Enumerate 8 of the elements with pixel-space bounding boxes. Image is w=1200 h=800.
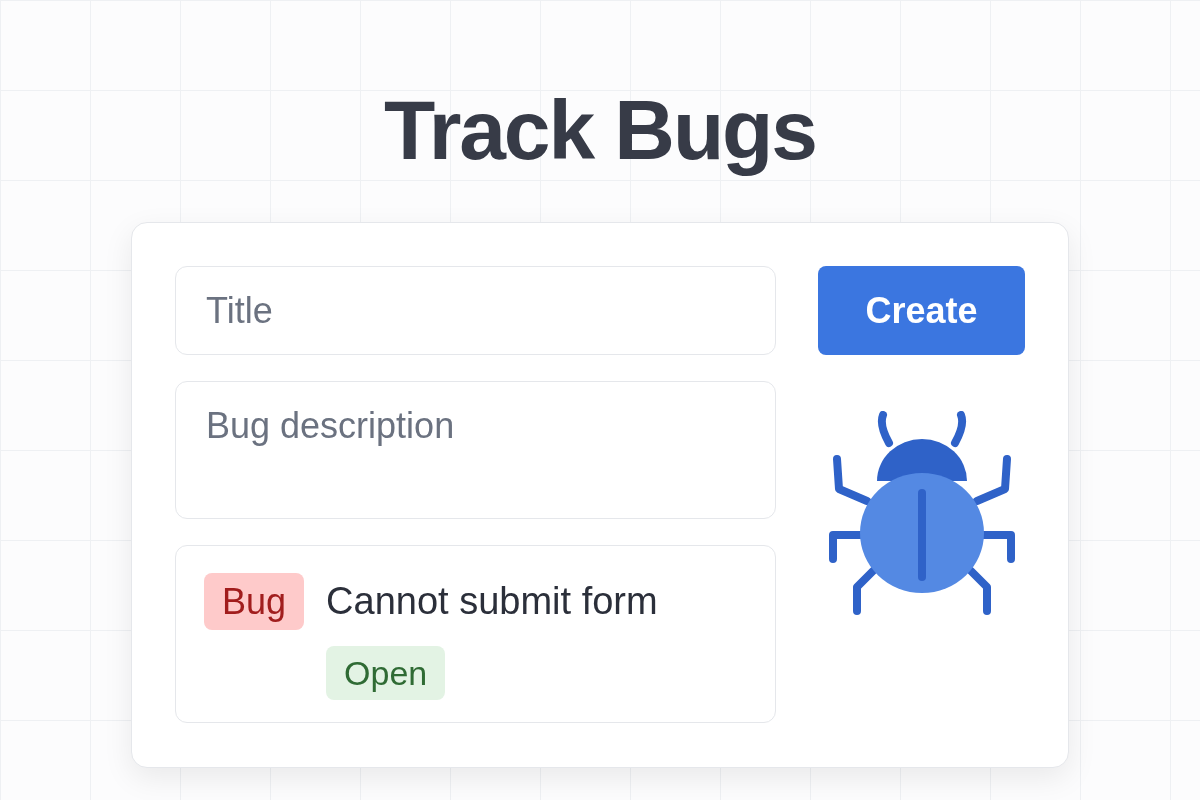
bug-title: Cannot submit form (326, 579, 658, 624)
title-field[interactable]: Title (175, 266, 776, 355)
type-tag: Bug (204, 573, 305, 630)
description-field[interactable]: Bug description (175, 381, 776, 519)
bug-icon (826, 411, 1017, 615)
create-button[interactable]: Create (818, 266, 1025, 355)
status-tag: Open (326, 646, 446, 700)
page-heading: Track Bugs (384, 82, 816, 178)
